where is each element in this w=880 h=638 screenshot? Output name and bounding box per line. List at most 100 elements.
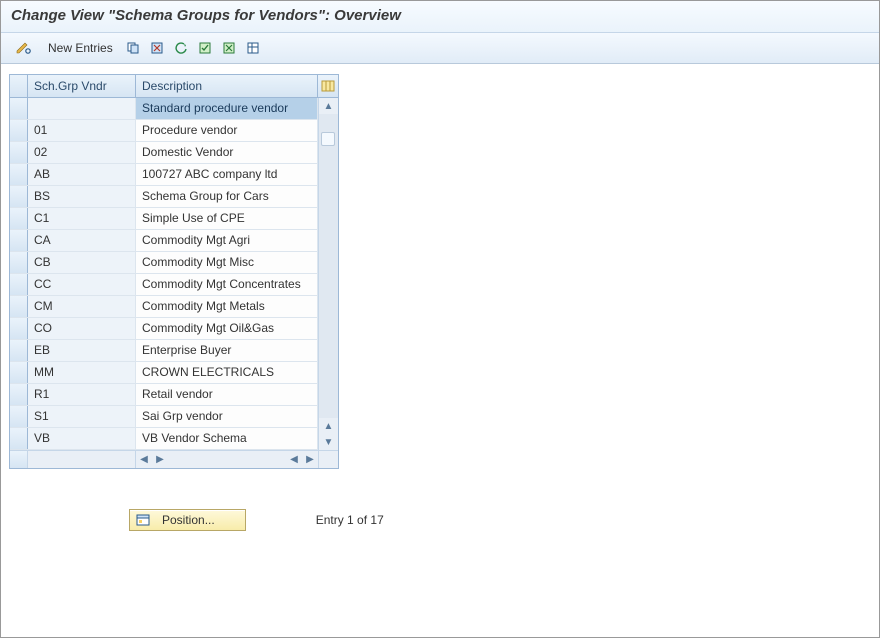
table-row[interactable]: 01Procedure vendor bbox=[10, 120, 318, 142]
table-body-wrap: Standard procedure vendor01Procedure ven… bbox=[10, 98, 338, 450]
cell-desc[interactable]: Simple Use of CPE bbox=[136, 208, 318, 229]
copy-as-button[interactable] bbox=[122, 38, 144, 58]
cell-code[interactable]: CA bbox=[28, 230, 136, 251]
cell-code[interactable]: CB bbox=[28, 252, 136, 273]
cell-code[interactable]: CO bbox=[28, 318, 136, 339]
cell-desc[interactable]: Commodity Mgt Metals bbox=[136, 296, 318, 317]
toolbar: New Entries bbox=[1, 33, 879, 64]
cell-code[interactable]: AB bbox=[28, 164, 136, 185]
row-selector[interactable] bbox=[10, 296, 28, 317]
cell-desc[interactable]: Schema Group for Cars bbox=[136, 186, 318, 207]
cell-desc[interactable]: Commodity Mgt Agri bbox=[136, 230, 318, 251]
cell-code[interactable]: VB bbox=[28, 428, 136, 449]
table-row[interactable]: MMCROWN ELECTRICALS bbox=[10, 362, 318, 384]
table-row[interactable]: CACommodity Mgt Agri bbox=[10, 230, 318, 252]
column-config-button[interactable] bbox=[318, 75, 338, 97]
table-row[interactable]: BSSchema Group for Cars bbox=[10, 186, 318, 208]
table-row[interactable]: Standard procedure vendor bbox=[10, 98, 318, 120]
hscroll-left-inner-arrow[interactable]: ◀ bbox=[286, 454, 302, 465]
cell-desc[interactable]: Sai Grp vendor bbox=[136, 406, 318, 427]
column-header-code[interactable]: Sch.Grp Vndr bbox=[28, 75, 136, 97]
columns-icon bbox=[321, 80, 335, 92]
cell-code[interactable]: C1 bbox=[28, 208, 136, 229]
table-row[interactable]: VBVB Vendor Schema bbox=[10, 428, 318, 450]
cell-code[interactable] bbox=[28, 98, 136, 119]
title-bar: Change View "Schema Groups for Vendors":… bbox=[1, 1, 879, 33]
position-button[interactable]: Position... bbox=[129, 509, 246, 531]
cell-desc[interactable]: Procedure vendor bbox=[136, 120, 318, 141]
content-area: Sch.Grp Vndr Description Standard proced… bbox=[1, 64, 879, 541]
cell-desc[interactable]: Commodity Mgt Misc bbox=[136, 252, 318, 273]
row-selector[interactable] bbox=[10, 208, 28, 229]
row-selector[interactable] bbox=[10, 406, 28, 427]
scroll-down-top-arrow[interactable]: ▲ bbox=[319, 418, 338, 434]
cell-code[interactable]: MM bbox=[28, 362, 136, 383]
print-configure-button[interactable] bbox=[242, 38, 264, 58]
row-selector[interactable] bbox=[10, 120, 28, 141]
table-settings-icon bbox=[246, 41, 260, 55]
vertical-scrollbar[interactable]: ▲ ▲ ▼ bbox=[318, 98, 338, 450]
hscroll-right-inner-arrow[interactable]: ▶ bbox=[152, 454, 168, 465]
deselect-all-button[interactable] bbox=[218, 38, 240, 58]
new-entries-button[interactable]: New Entries bbox=[41, 37, 120, 59]
row-selector[interactable] bbox=[10, 252, 28, 273]
table-row[interactable]: S1Sai Grp vendor bbox=[10, 406, 318, 428]
delete-button[interactable] bbox=[146, 38, 168, 58]
cell-code[interactable]: S1 bbox=[28, 406, 136, 427]
table-row[interactable]: R1Retail vendor bbox=[10, 384, 318, 406]
row-selector[interactable] bbox=[10, 274, 28, 295]
cell-desc[interactable]: Retail vendor bbox=[136, 384, 318, 405]
table-row[interactable]: EBEnterprise Buyer bbox=[10, 340, 318, 362]
row-selector[interactable] bbox=[10, 318, 28, 339]
hscroll-spacer-code bbox=[28, 451, 136, 468]
column-header-desc[interactable]: Description bbox=[136, 75, 318, 97]
table-row[interactable]: AB100727 ABC company ltd bbox=[10, 164, 318, 186]
table-header-row: Sch.Grp Vndr Description bbox=[10, 75, 338, 98]
cell-code[interactable]: 01 bbox=[28, 120, 136, 141]
row-selector[interactable] bbox=[10, 186, 28, 207]
scroll-down-arrow[interactable]: ▼ bbox=[319, 434, 338, 450]
row-selector[interactable] bbox=[10, 384, 28, 405]
position-icon bbox=[136, 513, 150, 527]
cell-desc[interactable]: Enterprise Buyer bbox=[136, 340, 318, 361]
cell-desc[interactable]: VB Vendor Schema bbox=[136, 428, 318, 449]
cell-code[interactable]: R1 bbox=[28, 384, 136, 405]
undo-button[interactable] bbox=[170, 38, 192, 58]
table-row[interactable]: 02Domestic Vendor bbox=[10, 142, 318, 164]
hscroll-left-arrow[interactable]: ◀ bbox=[136, 454, 152, 465]
hscroll-spacer-selector bbox=[10, 451, 28, 468]
table-row[interactable]: COCommodity Mgt Oil&Gas bbox=[10, 318, 318, 340]
table-row[interactable]: CMCommodity Mgt Metals bbox=[10, 296, 318, 318]
hscroll-right-arrow[interactable]: ▶ bbox=[302, 454, 318, 465]
select-all-button[interactable] bbox=[194, 38, 216, 58]
scroll-thumb[interactable] bbox=[321, 132, 335, 146]
scroll-up-arrow[interactable]: ▲ bbox=[319, 98, 338, 114]
scroll-track[interactable] bbox=[319, 114, 338, 418]
table-row[interactable]: CCCommodity Mgt Concentrates bbox=[10, 274, 318, 296]
select-all-icon bbox=[198, 41, 212, 55]
header-selector-cell[interactable] bbox=[10, 75, 28, 97]
table-row[interactable]: CBCommodity Mgt Misc bbox=[10, 252, 318, 274]
row-selector[interactable] bbox=[10, 340, 28, 361]
table-row[interactable]: C1Simple Use of CPE bbox=[10, 208, 318, 230]
cell-code[interactable]: CC bbox=[28, 274, 136, 295]
row-selector[interactable] bbox=[10, 98, 28, 119]
cell-code[interactable]: BS bbox=[28, 186, 136, 207]
cell-code[interactable]: CM bbox=[28, 296, 136, 317]
horizontal-scroll-row: ◀ ▶ ◀ ▶ bbox=[10, 450, 338, 468]
row-selector[interactable] bbox=[10, 428, 28, 449]
cell-desc[interactable]: Domestic Vendor bbox=[136, 142, 318, 163]
cell-code[interactable]: 02 bbox=[28, 142, 136, 163]
cell-desc[interactable]: Commodity Mgt Concentrates bbox=[136, 274, 318, 295]
cell-code[interactable]: EB bbox=[28, 340, 136, 361]
cell-desc[interactable]: Commodity Mgt Oil&Gas bbox=[136, 318, 318, 339]
cell-desc[interactable]: Standard procedure vendor bbox=[136, 98, 318, 119]
row-selector[interactable] bbox=[10, 230, 28, 251]
toggle-display-button[interactable] bbox=[9, 37, 39, 59]
row-selector[interactable] bbox=[10, 164, 28, 185]
horizontal-scrollbar[interactable]: ◀ ▶ ◀ ▶ bbox=[136, 451, 318, 468]
cell-desc[interactable]: 100727 ABC company ltd bbox=[136, 164, 318, 185]
cell-desc[interactable]: CROWN ELECTRICALS bbox=[136, 362, 318, 383]
row-selector[interactable] bbox=[10, 362, 28, 383]
row-selector[interactable] bbox=[10, 142, 28, 163]
